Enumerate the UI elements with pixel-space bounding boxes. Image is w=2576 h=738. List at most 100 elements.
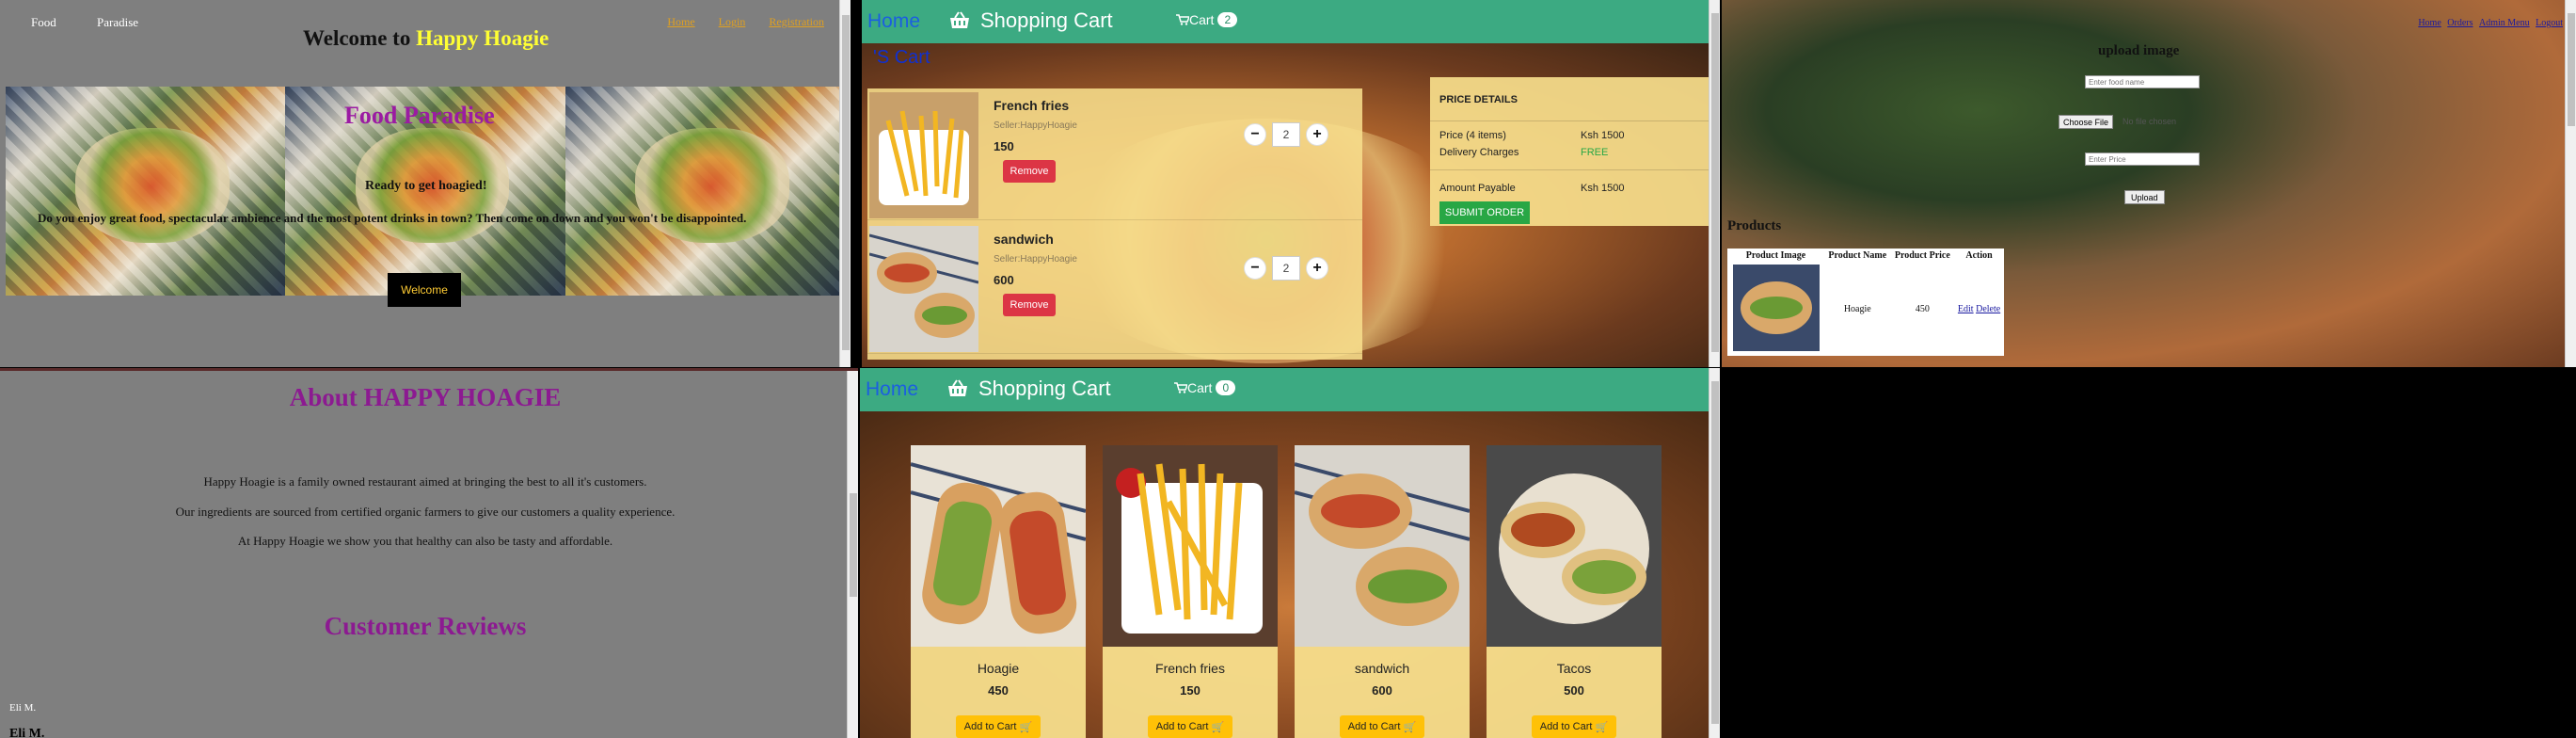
product-card: French fries 150 Add to Cart 🛒 [1103, 445, 1278, 738]
scrollbar[interactable] [839, 0, 851, 367]
product-name: sandwich [1354, 661, 1410, 676]
admin-nav: Home Orders Admin Menu Logout [2414, 18, 2563, 28]
scrollbar[interactable] [2565, 0, 2576, 367]
product-name: Tacos [1556, 661, 1592, 676]
scrollbar-thumb[interactable] [1711, 13, 1719, 352]
navbar: Home Shopping Cart Cart 2 [862, 0, 1720, 43]
nav-home-link[interactable]: Home [2418, 18, 2441, 28]
brand[interactable]: Shopping Cart [948, 8, 1113, 33]
home-link[interactable]: Home [867, 10, 920, 33]
products-panel: Home Shopping Cart Cart 0 Hoagie 450 Add… [860, 368, 1720, 738]
add-to-cart-button[interactable]: Add to Cart 🛒 [1532, 715, 1616, 738]
cart-heading: 'S Cart [873, 47, 930, 68]
add-to-cart-button[interactable]: Add to Cart 🛒 [1148, 715, 1232, 738]
hoagie-image [911, 445, 1086, 647]
add-to-cart-button[interactable]: Add to Cart 🛒 [956, 715, 1041, 738]
add-to-cart-label: Add to Cart [1347, 721, 1401, 732]
reviewer-name: Eli M. [9, 727, 45, 738]
minus-icon[interactable]: − [1244, 257, 1266, 280]
scrollbar-thumb[interactable] [2568, 13, 2575, 126]
scrollbar-thumb[interactable] [842, 15, 850, 350]
no-file-label: No file chosen [2123, 117, 2177, 126]
about-title: About HAPPY HOAGIE [289, 383, 562, 411]
products-title: Products [1727, 218, 1782, 233]
upload-button[interactable]: Upload [2124, 190, 2165, 204]
divider [1430, 120, 1714, 121]
welcome-button[interactable]: Welcome [388, 273, 461, 307]
cart-link[interactable]: Cart 2 [1176, 12, 1238, 27]
cart-link[interactable]: Cart 0 [1174, 380, 1236, 395]
cart-item: French fries Seller:HappyHoagie 150 Remo… [867, 88, 1362, 220]
nav-logout-link[interactable]: Logout [2536, 18, 2563, 28]
column-header: Product Name [1828, 250, 1887, 261]
about-paragraph: Our ingredients are sourced from certifi… [175, 505, 676, 519]
scrollbar[interactable] [847, 371, 858, 738]
item-name: sandwich [994, 232, 1054, 247]
scrollbar[interactable] [1709, 368, 1720, 738]
cart-icon: 🛒 [1403, 721, 1417, 733]
submit-order-button[interactable]: SUBMIT ORDER [1439, 201, 1530, 224]
nav-login-link[interactable]: Login [719, 15, 746, 28]
product-price: 500 [1564, 683, 1584, 698]
add-to-cart-label: Add to Cart [1539, 721, 1593, 732]
product-image [1732, 265, 1820, 351]
remove-button[interactable]: Remove [1003, 294, 1056, 316]
remove-button[interactable]: Remove [1003, 160, 1056, 183]
hero-text: Do you enjoy great food, spectacular amb… [38, 211, 747, 225]
choose-file-button[interactable]: Choose File [2059, 115, 2114, 129]
item-price: 150 [994, 139, 1014, 153]
title-highlight: Happy Hoagie [416, 26, 549, 50]
hero-subtitle: Ready to get hoagied! [365, 179, 487, 193]
cart-count-badge: 0 [1216, 380, 1236, 395]
food-name-input[interactable] [2085, 75, 2200, 88]
title-prefix: Welcome to [303, 26, 411, 50]
cart-icon: 🛒 [1595, 721, 1609, 733]
scrollbar-thumb[interactable] [1711, 381, 1719, 724]
cart-label: Cart [1187, 380, 1213, 395]
product-card: sandwich 600 Add to Cart 🛒 [1295, 445, 1470, 738]
delivery-label: Delivery Charges [1439, 147, 1519, 158]
tacos-image [1487, 445, 1662, 647]
products-table: Product Image Product Name Product Price… [1727, 249, 2004, 356]
nav-admin-menu-link[interactable]: Admin Menu [2479, 18, 2530, 28]
basket-icon [950, 11, 969, 28]
payable-label: Amount Payable [1439, 183, 1516, 194]
fries-image [1103, 445, 1278, 647]
cart-label: Cart [1189, 12, 1215, 27]
scrollbar-thumb[interactable] [850, 493, 857, 597]
hero-title: Food Paradise [344, 102, 495, 129]
hero-hoagie-image [6, 87, 286, 296]
edit-link[interactable]: Edit [1958, 304, 1974, 314]
item-seller: Seller:HappyHoagie [994, 254, 1077, 265]
cart-items: French fries Seller:HappyHoagie 150 Remo… [867, 88, 1362, 360]
product-price: 600 [1372, 683, 1392, 698]
product-name: Hoagie [977, 661, 1020, 676]
add-to-cart-button[interactable]: Add to Cart 🛒 [1340, 715, 1424, 738]
quantity-input[interactable]: 2 [1272, 122, 1300, 147]
quantity-stepper: − 2 + [1244, 122, 1328, 147]
price-input[interactable] [2085, 152, 2200, 166]
plus-icon[interactable]: + [1306, 123, 1328, 146]
nav-home-link[interactable]: Home [667, 15, 694, 28]
reviewer-avatar: Eli M. [9, 702, 37, 714]
site-logo[interactable]: Food Paradise [31, 15, 176, 30]
scrollbar[interactable] [1709, 0, 1720, 367]
product-price: 150 [1180, 683, 1201, 698]
quantity-input[interactable]: 2 [1272, 256, 1300, 281]
price-label: Price (4 items) [1439, 130, 1506, 141]
nav-registration-link[interactable]: Registration [769, 15, 824, 28]
column-header: Action [1965, 250, 1993, 261]
plus-icon[interactable]: + [1306, 257, 1328, 280]
food-paradise-panel: Food Paradise Welcome to Happy Hoagie Ho… [0, 0, 851, 367]
minus-icon[interactable]: − [1244, 123, 1266, 146]
brand[interactable]: Shopping Cart [946, 377, 1111, 401]
upload-title: upload image [2098, 43, 2180, 58]
quantity-stepper: − 2 + [1244, 256, 1328, 281]
nav-orders-link[interactable]: Orders [2447, 18, 2473, 28]
item-seller: Seller:HappyHoagie [994, 120, 1077, 131]
divider [1430, 169, 1714, 170]
home-link[interactable]: Home [866, 378, 918, 401]
product-price-cell: 450 [1915, 304, 1930, 314]
top-nav: Home Login Registration [646, 15, 824, 29]
delete-link[interactable]: Delete [1976, 304, 2000, 314]
